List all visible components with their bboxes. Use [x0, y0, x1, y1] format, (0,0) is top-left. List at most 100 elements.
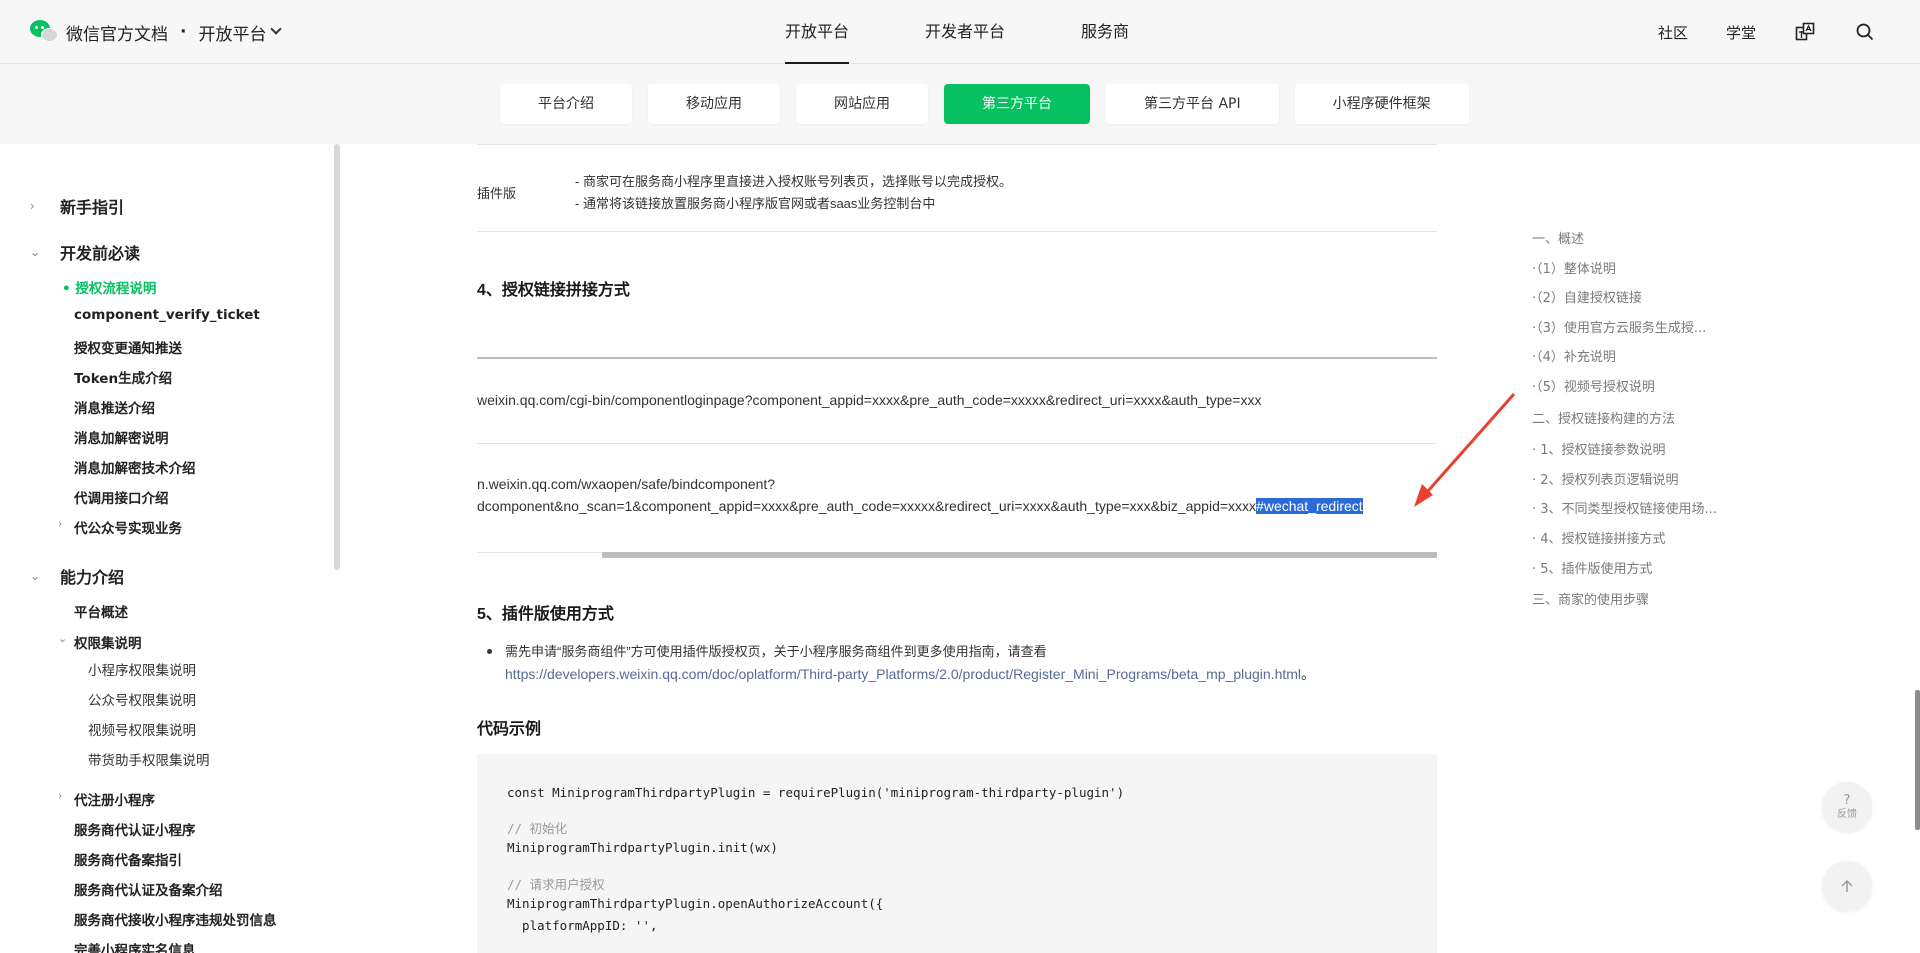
toc-item[interactable]: ·（2）自建授权链接	[1532, 287, 1642, 306]
nav-developer-platform[interactable]: 开发者平台	[925, 0, 1005, 64]
chevron-down-icon: ⌄	[30, 569, 41, 583]
section-label: 新手指引	[60, 198, 125, 217]
url-table: weixin.qq.com/cgi-bin/componentloginpage…	[477, 357, 1437, 555]
sidebar-item-message-push[interactable]: 消息推送介绍	[74, 397, 155, 417]
tab-third-party-platform[interactable]: 第三方平台	[944, 84, 1090, 124]
heading-plugin-usage: 5、插件版使用方式	[477, 606, 614, 623]
plugin-table-row: 插件版 - 商家可在服务商小程序里直接进入授权账号列表页，选择账号以完成授权。 …	[477, 144, 1437, 232]
help-icon: ?	[1843, 792, 1851, 808]
plugin-label: 插件版	[477, 186, 517, 201]
toc-item[interactable]: · 3、不同类型授权链接使用场...	[1532, 498, 1717, 517]
plugin-description: - 商家可在服务商小程序里直接进入授权账号列表页，选择账号以完成授权。 - 通常…	[575, 171, 1012, 215]
chevron-right-icon: ›	[58, 517, 63, 530]
tab-website-app[interactable]: 网站应用	[796, 84, 928, 124]
top-header: 微信官方文档 · 开放平台 开放平台 开发者平台 服务商 社区 学堂	[0, 0, 1920, 64]
toc-item[interactable]: ·（4）补充说明	[1532, 346, 1616, 365]
bullet-dot	[487, 649, 492, 654]
sidebar-scrollbar[interactable]	[334, 144, 340, 570]
url-mobile-line1[interactable]: n.weixin.qq.com/wxaopen/safe/bindcompone…	[477, 476, 775, 492]
code-line: MiniprogramThirdpartyPlugin.init(wx)	[507, 840, 778, 855]
sidebar-item-platform-overview[interactable]: 平台概述	[74, 601, 128, 621]
code-block[interactable]: const MiniprogramThirdpartyPlugin = requ…	[477, 754, 1437, 953]
url-mobile-line2[interactable]: dcomponent&no_scan=1&component_appid=xxx…	[477, 498, 1363, 514]
brand-title: 微信官方文档	[66, 24, 168, 45]
page-scrollbar[interactable]	[1915, 690, 1920, 830]
sidebar-item-register-mp[interactable]: › 代注册小程序	[58, 789, 155, 809]
sidebar-item-auth-change-push[interactable]: 授权变更通知推送	[74, 337, 182, 357]
wechat-logo-icon	[30, 18, 58, 46]
toc-item[interactable]: 三、商家的使用步骤	[1532, 589, 1649, 608]
sidebar-item-oa-permissions[interactable]: 公众号权限集说明	[88, 689, 196, 709]
plugin-line: - 商家可在服务商小程序里直接进入授权账号列表页，选择账号以完成授权。	[575, 174, 1012, 189]
tab-mobile-app[interactable]: 移动应用	[648, 84, 780, 124]
sidebar-item-oa-business[interactable]: › 代公众号实现业务	[58, 517, 182, 537]
toc-item[interactable]: ·（5）视频号授权说明	[1532, 376, 1655, 395]
sidebar-item-encrypt[interactable]: 消息加解密说明	[74, 427, 169, 447]
sidebar-section-prerequisites[interactable]: ⌄ 开发前必读	[30, 240, 140, 264]
item-label: 代公众号实现业务	[74, 521, 182, 537]
sidebar-item-verify-filing[interactable]: 服务商代认证及备案介绍	[74, 879, 223, 899]
arrow-up-icon	[1841, 879, 1853, 892]
sidebar-item-sales-permissions[interactable]: 带货助手权限集说明	[88, 749, 210, 769]
sidebar-item-verify-mp[interactable]: 服务商代认证小程序	[74, 819, 196, 839]
sidebar-item-violation-info[interactable]: 服务商代接收小程序违规处罚信息	[74, 909, 277, 929]
tab-platform-intro[interactable]: 平台介绍	[500, 84, 632, 124]
toc-item[interactable]: · 2、授权列表页逻辑说明	[1532, 469, 1679, 488]
sidebar-item-token[interactable]: Token生成介绍	[74, 367, 172, 387]
item-label: 代注册小程序	[74, 793, 155, 809]
horizontal-scrollbar[interactable]	[602, 552, 1437, 558]
community-link[interactable]: 社区	[1658, 22, 1688, 43]
sidebar-item-channels-permissions[interactable]: 视频号权限集说明	[88, 719, 196, 739]
code-line: const MiniprogramThirdpartyPlugin = requ…	[507, 785, 1125, 800]
sub-tab-bar: 平台介绍 移动应用 网站应用 第三方平台 第三方平台 API 小程序硬件框架	[0, 64, 1920, 144]
nav-open-platform[interactable]: 开放平台	[785, 0, 850, 64]
chevron-right-icon: ›	[58, 789, 63, 802]
toc-item[interactable]: 二、授权链接构建的方法	[1532, 408, 1675, 427]
chevron-down-icon: ⌄	[30, 245, 41, 259]
tab-third-party-api[interactable]: 第三方平台 API	[1106, 84, 1279, 124]
sidebar-section-beginner[interactable]: › 新手指引	[30, 194, 124, 218]
main-content: 插件版 - 商家可在服务商小程序里直接进入授权账号列表页，选择账号以完成授权。 …	[477, 144, 1437, 953]
doc-link[interactable]: https://developers.weixin.qq.com/doc/opl…	[505, 666, 1301, 682]
sidebar-item-realname-info[interactable]: 完善小程序实名信息	[74, 939, 196, 953]
code-comment: // 初始化	[507, 821, 568, 836]
heading-auth-link-concat: 4、授权链接拼接方式	[477, 282, 630, 299]
code-comment: // 请求用户授权	[507, 877, 605, 892]
item-label: 权限集说明	[74, 636, 142, 652]
chevron-right-icon: ›	[30, 199, 35, 213]
plugin-line: - 通常将该链接放置服务商小程序版官网或者saas业务控制台中	[575, 196, 936, 211]
url-text: dcomponent&no_scan=1&component_appid=xxx…	[477, 498, 1257, 514]
sidebar-item-filing-guide[interactable]: 服务商代备案指引	[74, 849, 182, 869]
brand[interactable]: 微信官方文档 · 开放平台	[30, 18, 283, 46]
toc-item[interactable]: · 5、插件版使用方式	[1532, 558, 1653, 577]
sidebar-item-encrypt-tech[interactable]: 消息加解密技术介绍	[74, 457, 196, 477]
nav-service-provider[interactable]: 服务商	[1081, 0, 1129, 64]
table-top-border	[477, 357, 1437, 359]
back-to-top-button[interactable]	[1822, 861, 1872, 911]
section-label: 能力介绍	[60, 568, 125, 587]
url-pc[interactable]: weixin.qq.com/cgi-bin/componentloginpage…	[477, 392, 1261, 408]
sidebar-item-auth-flow[interactable]: • 授权流程说明	[62, 277, 156, 297]
heading-code-example: 代码示例	[477, 721, 542, 738]
sidebar-section-abilities[interactable]: ⌄ 能力介绍	[30, 564, 124, 588]
feedback-button[interactable]: ? 反馈	[1822, 782, 1872, 832]
section-label: 开发前必读	[60, 244, 141, 263]
sidebar-item-api-call[interactable]: 代调用接口介绍	[74, 487, 169, 507]
toc-item[interactable]: · 4、授权链接拼接方式	[1532, 528, 1666, 547]
search-icon[interactable]	[1854, 21, 1876, 43]
platform-switcher[interactable]: 开放平台	[198, 20, 266, 45]
tab-mini-program-hardware[interactable]: 小程序硬件框架	[1294, 84, 1469, 124]
translate-icon[interactable]	[1794, 21, 1816, 43]
toc-item[interactable]: ·（1）整体说明	[1532, 258, 1616, 277]
toc-item[interactable]: 一、概述	[1532, 228, 1584, 247]
academy-link[interactable]: 学堂	[1726, 22, 1756, 43]
sidebar-item-verify-ticket[interactable]: component_verify_ticket	[74, 307, 260, 323]
bullet-end: 。	[1301, 666, 1316, 682]
chevron-down-icon[interactable]	[270, 23, 283, 35]
toc-item[interactable]: · 1、授权链接参数说明	[1532, 439, 1666, 458]
sidebar-item-mp-permissions[interactable]: 小程序权限集说明	[88, 659, 196, 679]
toc-item[interactable]: ·（3）使用官方云服务生成授...	[1532, 317, 1706, 336]
bullet-text: 需先申请“服务商组件”方可使用插件版授权页，关于小程序服务商组件到更多使用指南，…	[505, 644, 1047, 659]
code-line: MiniprogramThirdpartyPlugin.openAuthoriz…	[507, 896, 884, 911]
sidebar-item-permission-sets[interactable]: ⌄ 权限集说明	[58, 632, 142, 652]
